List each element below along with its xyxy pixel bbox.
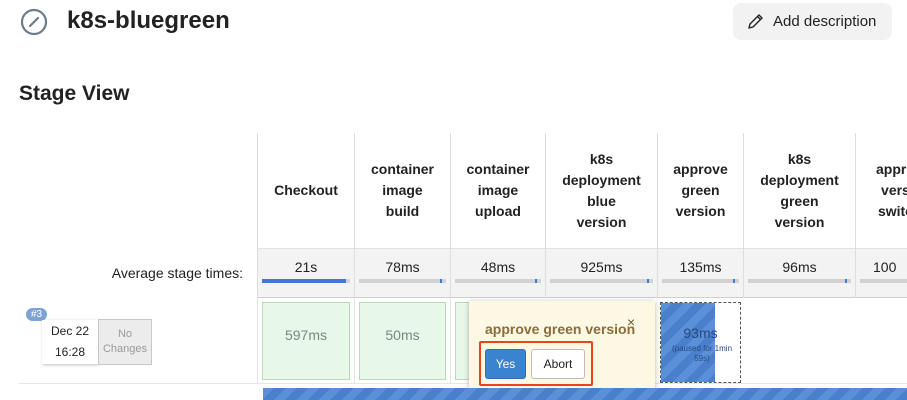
avg-time-container-image-upload: 48ms bbox=[450, 248, 545, 298]
run-row-divider bbox=[19, 383, 907, 384]
close-icon[interactable]: × bbox=[627, 314, 635, 330]
run-cell-container-image-build[interactable]: 50ms bbox=[354, 298, 450, 384]
avg-progress-bar bbox=[860, 279, 907, 283]
build-date: Dec 22 16:28 bbox=[42, 320, 98, 364]
build-run-info: #3 Dec 22 16:28 No Changes bbox=[19, 298, 257, 384]
job-title: k8s-bluegreen bbox=[67, 7, 230, 34]
no-changes-box[interactable]: No Changes bbox=[98, 319, 152, 365]
avg-progress-tick bbox=[733, 279, 735, 283]
yes-button[interactable]: Yes bbox=[485, 349, 526, 379]
avg-time-k8s-deployment-green: 96ms bbox=[743, 248, 855, 298]
pencil-icon bbox=[748, 14, 763, 29]
paused-stage-cell[interactable]: 93ms (paused for 1min 59s) bbox=[660, 302, 741, 383]
stage-view-heading: Stage View bbox=[19, 82, 130, 105]
stage-view-table: Checkout container image build container… bbox=[19, 133, 907, 400]
abort-button[interactable]: Abort bbox=[531, 349, 585, 379]
avg-time-checkout: 21s bbox=[257, 248, 354, 298]
stage-header-k8s-deployment-blue: k8s deployment blue version bbox=[545, 133, 657, 248]
stage-duration: 50ms bbox=[359, 302, 446, 380]
avg-progress-bar bbox=[748, 279, 851, 283]
avg-time-container-image-build: 78ms bbox=[354, 248, 450, 298]
input-approval-popup: approve green version × Yes Abort bbox=[469, 301, 655, 394]
avg-progress-tick bbox=[845, 279, 847, 283]
avg-progress-bar bbox=[550, 279, 653, 283]
avg-time-approve-green: 135ms bbox=[657, 248, 743, 298]
avg-time-approve-version-switch: 100 bbox=[855, 248, 907, 298]
paused-note: (paused for 1min 59s) bbox=[671, 344, 733, 363]
stage-header-container-image-upload: container image upload bbox=[450, 133, 545, 248]
add-description-label: Add description bbox=[773, 13, 877, 30]
avg-progress-tick bbox=[440, 279, 442, 283]
paused-progress-fill bbox=[661, 303, 715, 382]
avg-progress-fill bbox=[262, 279, 346, 283]
avg-progress-bar bbox=[662, 279, 739, 283]
job-status-icon bbox=[20, 8, 48, 36]
popup-title: approve green version bbox=[485, 321, 636, 337]
avg-progress-bar bbox=[262, 279, 350, 283]
next-run-progress-bar bbox=[263, 388, 907, 400]
avg-progress-bar bbox=[359, 279, 446, 283]
avg-progress-bar bbox=[455, 279, 541, 283]
build-date-day: Dec 22 bbox=[50, 324, 90, 338]
add-description-button[interactable]: Add description bbox=[733, 3, 892, 40]
stage-header-container-image-build: container image build bbox=[354, 133, 450, 248]
avg-progress-tick bbox=[535, 279, 537, 283]
paused-duration: 93ms bbox=[683, 325, 718, 341]
stage-header-approve-green: approve green version bbox=[657, 133, 743, 248]
run-cell-checkout[interactable]: 597ms bbox=[257, 298, 354, 384]
stage-duration: 597ms bbox=[262, 302, 350, 380]
avg-progress-tick bbox=[647, 279, 649, 283]
average-stage-times-label: Average stage times: bbox=[111, 265, 243, 281]
stage-header-approve-version-switch: appro vers switc bbox=[855, 133, 907, 248]
avg-time-k8s-deployment-blue: 925ms bbox=[545, 248, 657, 298]
stage-header-k8s-deployment-green: k8s deployment green version bbox=[743, 133, 855, 248]
stage-header-checkout: Checkout bbox=[257, 133, 354, 248]
build-date-time: 16:28 bbox=[54, 345, 86, 359]
